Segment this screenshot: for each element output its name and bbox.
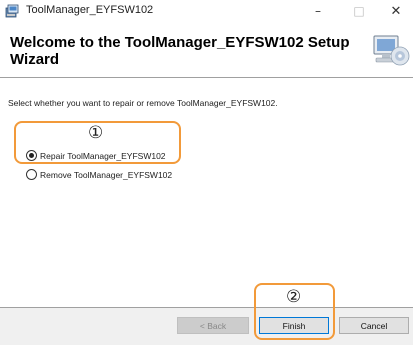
wizard-header: Welcome to the ToolManager_EYFSW102 Setu…	[0, 22, 413, 78]
remove-radio[interactable]	[26, 169, 37, 180]
repair-option-label: Repair ToolManager_EYFSW102	[40, 150, 166, 161]
remove-option-label: Remove ToolManager_EYFSW102	[40, 169, 173, 180]
installer-icon	[5, 4, 19, 18]
title-bar: ToolManager_EYFSW102 – □ ✕	[0, 0, 413, 22]
repair-option[interactable]: Repair ToolManager_EYFSW102	[26, 150, 166, 161]
setup-wizard-window: ToolManager_EYFSW102 – □ ✕ Welcome to th…	[0, 0, 413, 345]
page-title: Welcome to the ToolManager_EYFSW102 Setu…	[10, 34, 350, 68]
close-button[interactable]: ✕	[378, 0, 413, 22]
back-button: < Back	[177, 317, 249, 334]
instruction-text: Select whether you want to repair or rem…	[8, 98, 278, 108]
finish-button[interactable]: Finish	[259, 317, 329, 334]
repair-radio[interactable]	[26, 150, 37, 161]
computer-cd-icon	[373, 35, 410, 66]
maximize-button: □	[353, 4, 365, 18]
annotation-number-2: ②	[286, 287, 302, 307]
cancel-button[interactable]: Cancel	[339, 317, 409, 334]
minimize-button[interactable]: –	[300, 0, 336, 22]
remove-option[interactable]: Remove ToolManager_EYFSW102	[26, 169, 172, 180]
window-title: ToolManager_EYFSW102	[26, 4, 154, 16]
annotation-number-1: ①	[88, 123, 104, 143]
